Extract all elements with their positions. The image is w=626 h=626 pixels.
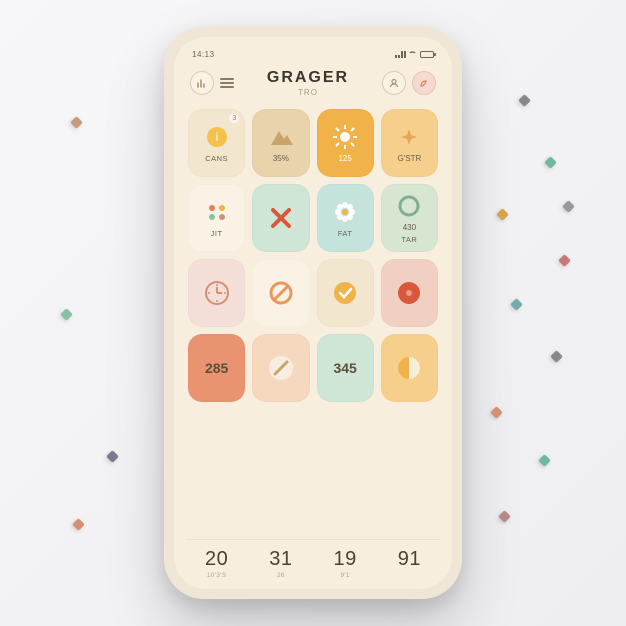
clock-icon (203, 279, 231, 307)
action-button[interactable] (412, 71, 436, 95)
pebble (70, 116, 83, 129)
stats-button[interactable] (190, 71, 214, 95)
tile-grid: 3 i CANS 35% 125 G'STR JIT FAT 430 TAR 285 345 (186, 99, 440, 539)
slash-icon (267, 354, 295, 382)
sun-icon (331, 123, 359, 151)
stat-0[interactable]: 2010'3'S (188, 542, 245, 581)
tile-2[interactable]: 125 (317, 109, 374, 177)
stat-sub: 26 (252, 572, 309, 579)
signal-icon (395, 50, 405, 58)
pebble (60, 308, 73, 321)
tile-4[interactable]: JIT (188, 184, 245, 252)
profile-button[interactable] (382, 71, 406, 95)
bottom-stats: 2010'3'S3126199'191 (186, 539, 440, 581)
tile-value: 430 (403, 223, 416, 232)
battery-icon (420, 51, 434, 58)
tile-label: JIT (211, 229, 223, 238)
pebble (562, 200, 575, 213)
tile-15[interactable] (381, 334, 438, 402)
pebble (106, 450, 119, 463)
dot-icon (395, 279, 423, 307)
tile-value: 285 (205, 360, 228, 376)
info-icon: i (203, 123, 231, 151)
tile-9[interactable] (252, 259, 309, 327)
stat-number: 20 (188, 548, 245, 571)
stat-3[interactable]: 91 (381, 542, 438, 581)
stat-sub: 9'1 (317, 572, 374, 579)
ring-icon (395, 192, 423, 220)
dots-icon (203, 198, 231, 226)
flower-icon (331, 198, 359, 226)
tile-3[interactable]: G'STR (381, 109, 438, 177)
phone-frame: 14:13 GRAGER TRO (164, 27, 462, 599)
wifi-icon (408, 51, 417, 57)
pebble (498, 510, 511, 523)
stat-number: 19 (317, 548, 374, 571)
pebble (558, 254, 571, 267)
forbid-icon (267, 279, 295, 307)
tile-badge: 3 (229, 114, 239, 123)
tile-value: 125 (338, 154, 351, 163)
tile-5[interactable] (252, 184, 309, 252)
menu-button[interactable] (220, 78, 234, 88)
tile-13[interactable] (252, 334, 309, 402)
pebble (550, 350, 563, 363)
tile-0[interactable]: 3 i CANS (188, 109, 245, 177)
svg-text:i: i (215, 130, 218, 144)
pebble (544, 156, 557, 169)
app-title: GRAGER (267, 69, 349, 87)
tile-12[interactable]: 285 (188, 334, 245, 402)
status-bar: 14:13 (186, 47, 440, 61)
mountain-icon (267, 123, 295, 151)
tile-7[interactable]: 430 TAR (381, 184, 438, 252)
app-subtitle: TRO (267, 88, 349, 97)
tile-value: G'STR (398, 154, 422, 163)
tile-label: CANS (205, 154, 228, 163)
half-icon (395, 354, 423, 382)
stat-number: 91 (381, 548, 438, 571)
sparkle-icon (395, 123, 423, 151)
pebble (490, 406, 503, 419)
tile-10[interactable] (317, 259, 374, 327)
app-header: GRAGER TRO (186, 61, 440, 99)
status-time: 14:13 (192, 50, 215, 59)
tile-label: FAT (338, 229, 353, 238)
leaf-icon (418, 78, 429, 89)
stat-2[interactable]: 199'1 (317, 542, 374, 581)
bars-icon (197, 78, 207, 88)
stat-sub: 10'3'S (188, 572, 245, 579)
tile-11[interactable] (381, 259, 438, 327)
status-indicators (395, 50, 434, 59)
tile-value: 345 (333, 360, 356, 376)
pebble (518, 94, 531, 107)
pebble (496, 208, 509, 221)
tile-value: 35% (273, 154, 289, 163)
pebble (72, 518, 85, 531)
stat-number: 31 (252, 548, 309, 571)
tile-1[interactable]: 35% (252, 109, 309, 177)
pebble (538, 454, 551, 467)
cross-icon (267, 204, 295, 232)
screen: 14:13 GRAGER TRO (174, 37, 452, 589)
tile-8[interactable] (188, 259, 245, 327)
tick-icon (331, 279, 359, 307)
pebble (510, 298, 523, 311)
user-icon (389, 78, 399, 88)
tile-label: TAR (401, 235, 417, 244)
tile-14[interactable]: 345 (317, 334, 374, 402)
stat-1[interactable]: 3126 (252, 542, 309, 581)
tile-6[interactable]: FAT (317, 184, 374, 252)
